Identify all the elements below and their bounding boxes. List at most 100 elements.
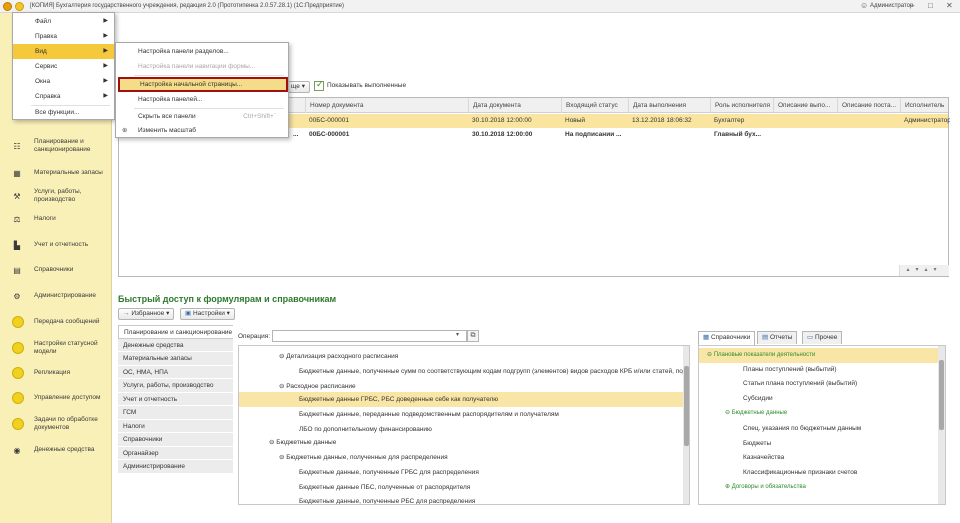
table-cell bbox=[837, 114, 900, 128]
app-logo-icon bbox=[3, 2, 12, 11]
report-icon: ▤ bbox=[762, 334, 770, 341]
column-header[interactable]: Исполнитель bbox=[900, 98, 950, 113]
checkmark-icon: ✓ bbox=[316, 79, 324, 89]
list-item[interactable]: Субсидии bbox=[699, 392, 939, 407]
menu-item-zoom[interactable]: ⊕ Изменить масштаб bbox=[116, 123, 288, 138]
menu-separator bbox=[134, 75, 284, 76]
sidebar-item-money[interactable]: ◉ Денежные средства bbox=[0, 438, 112, 462]
list-item[interactable]: Планирование и санкционирование bbox=[118, 325, 233, 339]
sidebar-item-catalogs[interactable]: ▤ Справочники bbox=[0, 258, 112, 282]
table-cell: Администратор bbox=[904, 117, 950, 124]
table-cell: 00БС-000001 bbox=[309, 131, 350, 138]
tree-row[interactable]: Бюджетные данные, полученные сумм по соо… bbox=[239, 364, 689, 379]
chevron-down-icon[interactable]: ▾ bbox=[456, 331, 459, 338]
current-user[interactable]: Администратор bbox=[870, 3, 913, 9]
materials-icon: ▦ bbox=[13, 168, 21, 178]
tree-row[interactable]: Бюджетные данные, переданные подведомств… bbox=[239, 407, 684, 422]
sidebar-item-tasks[interactable]: Задачи по обработке документов bbox=[0, 409, 112, 439]
sidebar-item-planning[interactable]: ☷ Планирование и санкционирование bbox=[0, 131, 112, 161]
main-menu-icon[interactable] bbox=[15, 2, 24, 11]
list-item[interactable]: Органайзер bbox=[118, 446, 233, 460]
list-group[interactable]: ⊕ Договоры и обязательства bbox=[699, 480, 939, 495]
sidebar-item-messaging[interactable]: Передача сообщений bbox=[0, 310, 112, 334]
list-item[interactable]: Статьи плана поступлений (выбытий) bbox=[699, 377, 939, 392]
minimize-icon[interactable]: ‒ bbox=[910, 1, 914, 11]
menu-item-windows[interactable]: Окна ▶ bbox=[13, 74, 114, 89]
favorites-button[interactable]: → Избранное ▾ bbox=[118, 308, 175, 320]
tree-row[interactable]: Бюджетные данные, полученные ГРБС для ра… bbox=[239, 465, 684, 480]
operation-label: Операция: bbox=[238, 333, 271, 340]
maximize-icon[interactable]: □ bbox=[928, 1, 933, 11]
column-header[interactable]: Описание поста... bbox=[837, 98, 900, 113]
tab-reports[interactable]: ▤ Отчеты bbox=[757, 331, 798, 344]
list-item[interactable]: Казначейства bbox=[699, 451, 939, 466]
sidebar-item-label: Денежные средства bbox=[34, 446, 95, 453]
list-item[interactable]: Налоги bbox=[118, 419, 233, 433]
column-header[interactable]: Входящий статус bbox=[561, 98, 628, 113]
menu-item-all-functions[interactable]: Все функции... bbox=[13, 105, 114, 120]
tree-scrollbar[interactable] bbox=[683, 346, 689, 504]
table-icon: ▦ bbox=[703, 334, 711, 341]
column-header[interactable]: Описание выпо... bbox=[773, 98, 837, 113]
menu-item-help[interactable]: Справка ▶ bbox=[13, 89, 114, 104]
sidebar-item-label: Услуги, работы, производство bbox=[34, 188, 82, 203]
column-header[interactable]: Дата документа bbox=[468, 98, 561, 113]
list-item[interactable]: Материальные запасы bbox=[118, 352, 233, 366]
chevron-right-icon: ▶ bbox=[103, 93, 108, 99]
table-scroll-buttons[interactable]: ▴▾▴▾ bbox=[899, 265, 949, 276]
tab-other[interactable]: ▭ Прочее bbox=[802, 331, 843, 344]
chevron-right-icon: ▶ bbox=[103, 18, 108, 24]
settings-button[interactable]: ▣ Настройки ▾ bbox=[180, 308, 235, 320]
sidebar-item-administration[interactable]: ⚙ Администрирование bbox=[0, 284, 112, 308]
operations-tree: ⊖ Детализация расходного расписания Бюдж… bbox=[238, 345, 690, 505]
list-item[interactable]: Бюджеты bbox=[699, 437, 939, 452]
list-item[interactable]: Спец. указания по бюджетным данным bbox=[699, 422, 939, 437]
table-cell: 30.10.2018 12:00:00 bbox=[472, 131, 533, 138]
sidebar-item-replication[interactable]: Репликация bbox=[0, 361, 112, 385]
tree-row[interactable]: ⊖ Бюджетные данные bbox=[239, 435, 684, 450]
menu-item-sections-panel-settings[interactable]: Настройка панели разделов... bbox=[116, 44, 288, 59]
close-icon[interactable]: ✕ bbox=[946, 1, 953, 11]
column-header[interactable]: Дата выполнения bbox=[628, 98, 710, 113]
sidebar-item-accounting[interactable]: ▙ Учет и отчетность bbox=[0, 233, 112, 257]
list-item[interactable]: Денежные средства bbox=[118, 338, 233, 352]
tree-row[interactable]: Бюджетные данные, полученные РБС для рас… bbox=[239, 494, 684, 504]
document-icon: ▭ bbox=[807, 334, 815, 341]
menu-item-view[interactable]: Вид ▶ bbox=[13, 44, 114, 59]
list-item[interactable]: Планы поступлений (выбытий) bbox=[699, 363, 939, 378]
show-completed-checkbox[interactable]: ✓ bbox=[314, 79, 324, 91]
more-dropdown[interactable]: ще ▾ bbox=[286, 81, 310, 93]
sidebar-item-taxes[interactable]: ⚖ Налоги bbox=[0, 207, 112, 231]
list-item[interactable]: Услуги, работы, производство bbox=[118, 379, 233, 393]
tab-catalogs[interactable]: ▦ Справочники bbox=[698, 331, 756, 345]
tree-row[interactable]: ⊖ Бюджетные данные, полученные для распр… bbox=[239, 450, 684, 465]
quick-access-title: Быстрый доступ к формулярам и справочник… bbox=[118, 294, 337, 304]
operation-field[interactable] bbox=[272, 330, 467, 342]
sidebar-item-access[interactable]: Управление доступом bbox=[0, 386, 112, 410]
menu-item-start-page-settings[interactable]: Настройка начальной страницы... bbox=[118, 77, 288, 92]
table-cell bbox=[628, 128, 710, 142]
open-icon[interactable]: ⧉ bbox=[467, 330, 479, 342]
sidebar-item-status-model[interactable]: Настройки статусной модели bbox=[0, 333, 112, 363]
tree-row[interactable]: ⊖ Детализация расходного расписания bbox=[239, 349, 684, 364]
menu-item-edit[interactable]: Правка ▶ bbox=[13, 29, 114, 44]
table-cell bbox=[773, 114, 837, 128]
tree-row[interactable]: Бюджетные данные ГРБС, РБС доведенные се… bbox=[239, 392, 684, 407]
list-item[interactable]: Классификационные признаки счетов bbox=[699, 466, 939, 481]
list-item[interactable]: Учет и отчетность bbox=[118, 392, 233, 406]
menu-item-hide-all-panels[interactable]: Скрыть все панели Ctrl+Shift+` bbox=[116, 109, 288, 124]
menu-item-service[interactable]: Сервис ▶ bbox=[13, 59, 114, 74]
catalogs-scrollbar[interactable] bbox=[938, 346, 945, 504]
column-header[interactable]: Роль исполнителя bbox=[710, 98, 773, 113]
list-group[interactable]: ⊖ Плановые показатели деятельности bbox=[699, 348, 939, 363]
column-header[interactable]: Номер документа bbox=[305, 98, 468, 113]
list-item[interactable]: ГСМ bbox=[118, 406, 233, 420]
list-item[interactable]: Справочники bbox=[118, 433, 233, 447]
tree-row[interactable]: Бюджетные данные ПБС, полученные от расп… bbox=[239, 480, 684, 495]
list-group[interactable]: ⊖ Бюджетные данные bbox=[699, 406, 939, 421]
menu-item-panels-settings[interactable]: Настройка панелей... bbox=[116, 92, 288, 107]
list-item[interactable]: Администрирование bbox=[118, 460, 233, 474]
list-item[interactable]: ОС, НМА, НПА bbox=[118, 365, 233, 379]
table-cell: На подписании ... bbox=[565, 131, 622, 138]
menu-item-file[interactable]: Файл ▶ bbox=[13, 14, 114, 29]
